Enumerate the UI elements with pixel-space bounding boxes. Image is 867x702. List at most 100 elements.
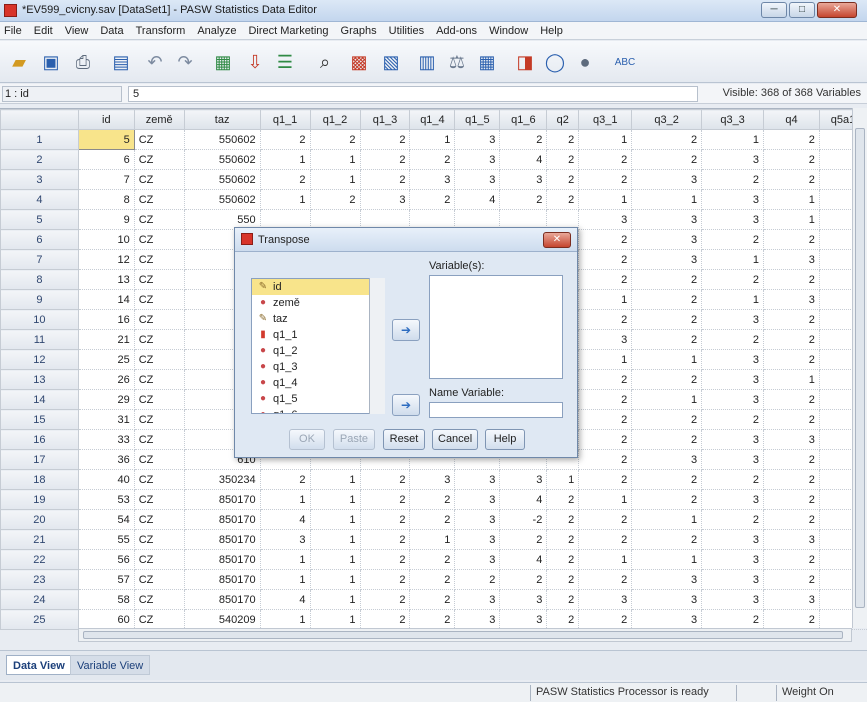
- data-cell[interactable]: 850170: [183, 529, 261, 550]
- data-cell[interactable]: 3: [701, 569, 765, 590]
- data-cell[interactable]: CZ: [133, 169, 185, 190]
- data-cell[interactable]: 2: [359, 609, 411, 630]
- data-cell[interactable]: -2: [499, 509, 548, 530]
- variables-icon[interactable]: ☰: [272, 49, 298, 75]
- data-cell[interactable]: 2: [578, 249, 633, 270]
- row-header[interactable]: 15: [0, 409, 79, 430]
- data-cell[interactable]: 60: [77, 609, 135, 630]
- weight-cases-icon[interactable]: ⚖: [444, 49, 470, 75]
- data-cell[interactable]: 2: [409, 509, 456, 530]
- data-cell[interactable]: 2: [701, 269, 765, 290]
- data-cell[interactable]: 1: [701, 129, 765, 150]
- data-cell[interactable]: 3: [701, 449, 765, 470]
- data-cell[interactable]: 2: [701, 609, 765, 630]
- data-cell[interactable]: 2: [409, 569, 456, 590]
- data-cell[interactable]: 2: [763, 149, 820, 170]
- data-cell[interactable]: 550602: [183, 149, 261, 170]
- spell-check-icon[interactable]: ABC: [612, 49, 638, 75]
- data-cell[interactable]: 4: [259, 509, 311, 530]
- data-cell[interactable]: 9: [77, 209, 135, 230]
- data-cell[interactable]: 1: [578, 349, 633, 370]
- data-cell[interactable]: 14: [77, 289, 135, 310]
- data-cell[interactable]: 13: [77, 269, 135, 290]
- data-cell[interactable]: 3: [409, 169, 456, 190]
- data-cell[interactable]: 2: [409, 189, 456, 210]
- data-cell[interactable]: 3: [454, 169, 501, 190]
- data-cell[interactable]: 3: [454, 509, 501, 530]
- data-cell[interactable]: CZ: [133, 369, 185, 390]
- data-cell[interactable]: 3: [578, 209, 633, 230]
- data-cell[interactable]: 12: [77, 249, 135, 270]
- row-header[interactable]: 1: [0, 129, 79, 150]
- data-cell[interactable]: CZ: [133, 589, 185, 610]
- corner-cell[interactable]: [0, 109, 79, 130]
- column-header-taz[interactable]: taz: [183, 109, 261, 130]
- data-cell[interactable]: 3: [499, 169, 548, 190]
- menu-view[interactable]: View: [65, 25, 89, 37]
- data-cell[interactable]: 2: [701, 169, 765, 190]
- row-header[interactable]: 14: [0, 389, 79, 410]
- data-cell[interactable]: 2: [309, 189, 361, 210]
- data-cell[interactable]: 3: [631, 569, 703, 590]
- data-cell[interactable]: 2: [631, 269, 703, 290]
- data-cell[interactable]: 3: [763, 589, 820, 610]
- data-cell[interactable]: 2: [578, 309, 633, 330]
- data-cell[interactable]: 4: [259, 589, 311, 610]
- data-cell[interactable]: 1: [631, 349, 703, 370]
- data-cell[interactable]: CZ: [133, 509, 185, 530]
- horizontal-scrollbar[interactable]: [78, 628, 852, 642]
- menu-data[interactable]: Data: [100, 25, 123, 37]
- column-header-q3_3[interactable]: q3_3: [701, 109, 765, 130]
- data-cell[interactable]: 2: [499, 569, 548, 590]
- data-cell[interactable]: 2: [359, 529, 411, 550]
- data-cell[interactable]: 1: [259, 489, 311, 510]
- data-cell[interactable]: 2: [578, 389, 633, 410]
- data-cell[interactable]: 58: [77, 589, 135, 610]
- menu-file[interactable]: File: [4, 25, 22, 37]
- data-cell[interactable]: 2: [578, 369, 633, 390]
- data-cell[interactable]: 3: [763, 429, 820, 450]
- redo-icon[interactable]: ↷: [172, 49, 198, 75]
- goto-variable-icon[interactable]: ⇩: [242, 49, 268, 75]
- data-cell[interactable]: CZ: [133, 329, 185, 350]
- data-cell[interactable]: 3: [763, 289, 820, 310]
- data-cell[interactable]: 2: [631, 289, 703, 310]
- data-cell[interactable]: 2: [763, 449, 820, 470]
- data-cell[interactable]: CZ: [133, 289, 185, 310]
- data-cell[interactable]: 2: [631, 409, 703, 430]
- dialog-close-button[interactable]: ✕: [543, 232, 571, 248]
- data-cell[interactable]: 3: [701, 369, 765, 390]
- horizontal-scroll-thumb[interactable]: [83, 631, 843, 639]
- reset-button[interactable]: Reset: [383, 429, 425, 450]
- data-cell[interactable]: 2: [546, 169, 580, 190]
- data-cell[interactable]: 2: [763, 129, 820, 150]
- data-cell[interactable]: 2: [578, 569, 633, 590]
- data-cell[interactable]: 5: [77, 129, 135, 150]
- data-cell[interactable]: 1: [309, 149, 361, 170]
- data-cell[interactable]: 1: [763, 369, 820, 390]
- row-header[interactable]: 6: [0, 229, 79, 250]
- data-cell[interactable]: 4: [499, 489, 548, 510]
- data-cell[interactable]: 3: [701, 489, 765, 510]
- data-cell[interactable]: 21: [77, 329, 135, 350]
- column-header-q1_5[interactable]: q1_5: [454, 109, 501, 130]
- row-header[interactable]: 12: [0, 349, 79, 370]
- source-list-scrollbar[interactable]: [369, 278, 385, 414]
- row-header[interactable]: 10: [0, 309, 79, 330]
- data-cell[interactable]: CZ: [133, 309, 185, 330]
- source-variable-item[interactable]: ✎ id: [252, 279, 384, 295]
- data-cell[interactable]: 1: [309, 469, 361, 490]
- data-cell[interactable]: 2: [701, 509, 765, 530]
- data-cell[interactable]: CZ: [133, 449, 185, 470]
- row-header[interactable]: 20: [0, 509, 79, 530]
- data-cell[interactable]: 2: [631, 489, 703, 510]
- data-cell[interactable]: 540209: [183, 609, 261, 630]
- data-cell[interactable]: 2: [546, 609, 580, 630]
- data-cell[interactable]: 4: [454, 189, 501, 210]
- source-variable-item[interactable]: ● země: [252, 295, 384, 311]
- data-cell[interactable]: 2: [763, 309, 820, 330]
- row-header[interactable]: 13: [0, 369, 79, 390]
- source-variable-item[interactable]: ▮ q1_1: [252, 327, 384, 343]
- data-cell[interactable]: 2: [499, 129, 548, 150]
- data-cell[interactable]: 850170: [183, 509, 261, 530]
